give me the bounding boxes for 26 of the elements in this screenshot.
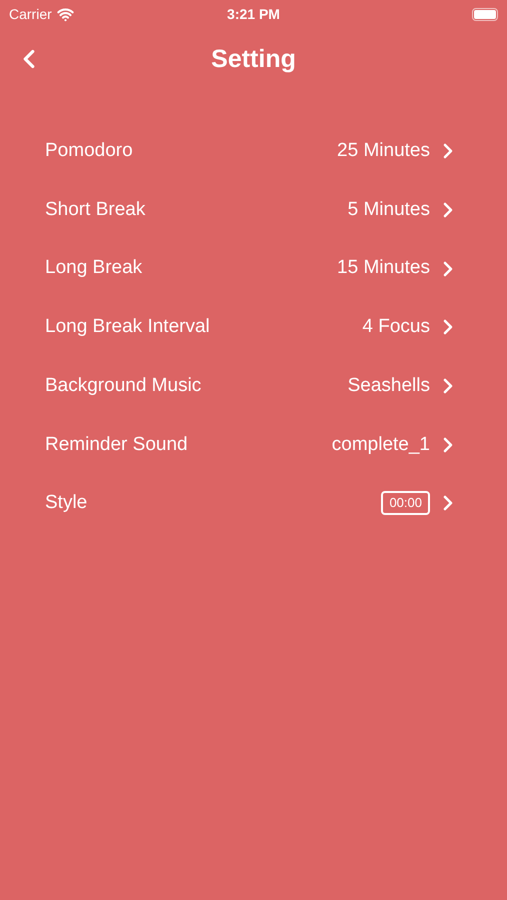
battery-icon [472,8,498,20]
setting-label: Long Break [45,256,142,280]
setting-label: Short Break [45,198,146,222]
setting-row[interactable]: Style 00:00 [45,474,460,533]
page-title: Setting [211,44,296,76]
status-time: 3:21 PM [227,4,280,24]
setting-value: 15 Minutes [337,256,430,280]
setting-value: complete_1 [332,432,430,457]
setting-label: Background Music [45,374,202,398]
setting-row[interactable]: Background Music Seashells [45,356,460,416]
setting-row[interactable]: Long Break 15 Minutes [45,239,460,298]
setting-value: 4 Focus [362,315,430,340]
setting-row[interactable]: Pomodoro 25 Minutes [45,122,460,181]
setting-row[interactable]: Long Break Interval 4 Focus [45,298,460,357]
setting-row[interactable]: Short Break 5 Minutes [45,180,460,240]
setting-label: Style [45,491,88,516]
style-preview: 00:00 [381,491,430,516]
setting-label: Pomodoro [45,139,133,164]
setting-label: Reminder Sound [45,432,188,457]
carrier-name: Carrier [9,4,52,24]
setting-label: Long Break Interval [45,315,210,340]
setting-value: 5 Minutes [348,198,430,222]
setting-row[interactable]: Reminder Sound complete_1 [45,415,460,474]
setting-value: Seashells [348,374,430,398]
setting-value: 25 Minutes [337,139,430,164]
wifi-icon [56,6,74,22]
